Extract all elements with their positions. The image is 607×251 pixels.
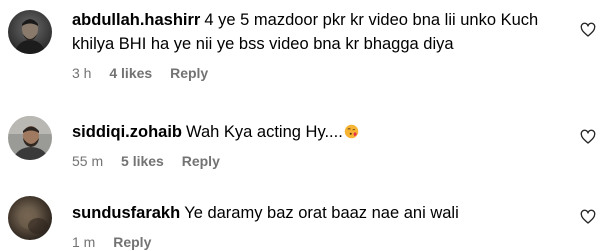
comment-meta: 55 m 5 likes Reply xyxy=(72,152,567,170)
heart-outline-icon[interactable] xyxy=(580,22,596,38)
blowing-kiss-emoji-icon xyxy=(344,124,359,139)
comment-content: Ye daramy baz orat baaz nae ani wali xyxy=(184,204,459,222)
comment-body: sundusfarakh Ye daramy baz orat baaz nae … xyxy=(72,201,567,251)
comment-body: siddiqi.zohaib Wah Kya acting Hy.... 55 m… xyxy=(72,120,567,170)
comment-content: Wah Kya acting Hy.... xyxy=(186,123,343,141)
avatar-dark-man-icon xyxy=(8,10,52,54)
comment-username[interactable]: abdullah.hashirr xyxy=(72,11,200,29)
comment-body: abdullah.hashirr 4 ye 5 mazdoor pkr kr vi… xyxy=(72,8,567,82)
avatar-bearded-man-icon xyxy=(8,116,52,160)
reply-button[interactable]: Reply xyxy=(170,65,208,81)
comment-time: 55 m xyxy=(72,153,104,169)
comment-likes[interactable]: 5 likes xyxy=(121,153,164,169)
heart-outline-icon[interactable] xyxy=(580,129,596,145)
comment-text: siddiqi.zohaib Wah Kya acting Hy.... xyxy=(72,120,567,144)
comment-time: 3 h xyxy=(72,65,92,81)
comment-text: sundusfarakh Ye daramy baz orat baaz nae … xyxy=(72,201,567,225)
comment-username[interactable]: siddiqi.zohaib xyxy=(72,123,182,141)
comment-time: 1 m xyxy=(72,234,96,250)
avatar[interactable] xyxy=(8,116,52,160)
comment-username[interactable]: sundusfarakh xyxy=(72,204,180,222)
comment-text: abdullah.hashirr 4 ye 5 mazdoor pkr kr vi… xyxy=(72,8,567,56)
comment-meta: 1 m Reply xyxy=(72,233,567,251)
avatar[interactable] xyxy=(8,10,52,54)
comment-meta: 3 h 4 likes Reply xyxy=(72,64,567,82)
reply-button[interactable]: Reply xyxy=(113,234,151,250)
comment-likes[interactable]: 4 likes xyxy=(109,65,152,81)
avatar-blurred-photo-icon xyxy=(8,196,52,240)
reply-button[interactable]: Reply xyxy=(182,153,220,169)
heart-outline-icon[interactable] xyxy=(580,209,596,225)
avatar[interactable] xyxy=(8,196,52,240)
